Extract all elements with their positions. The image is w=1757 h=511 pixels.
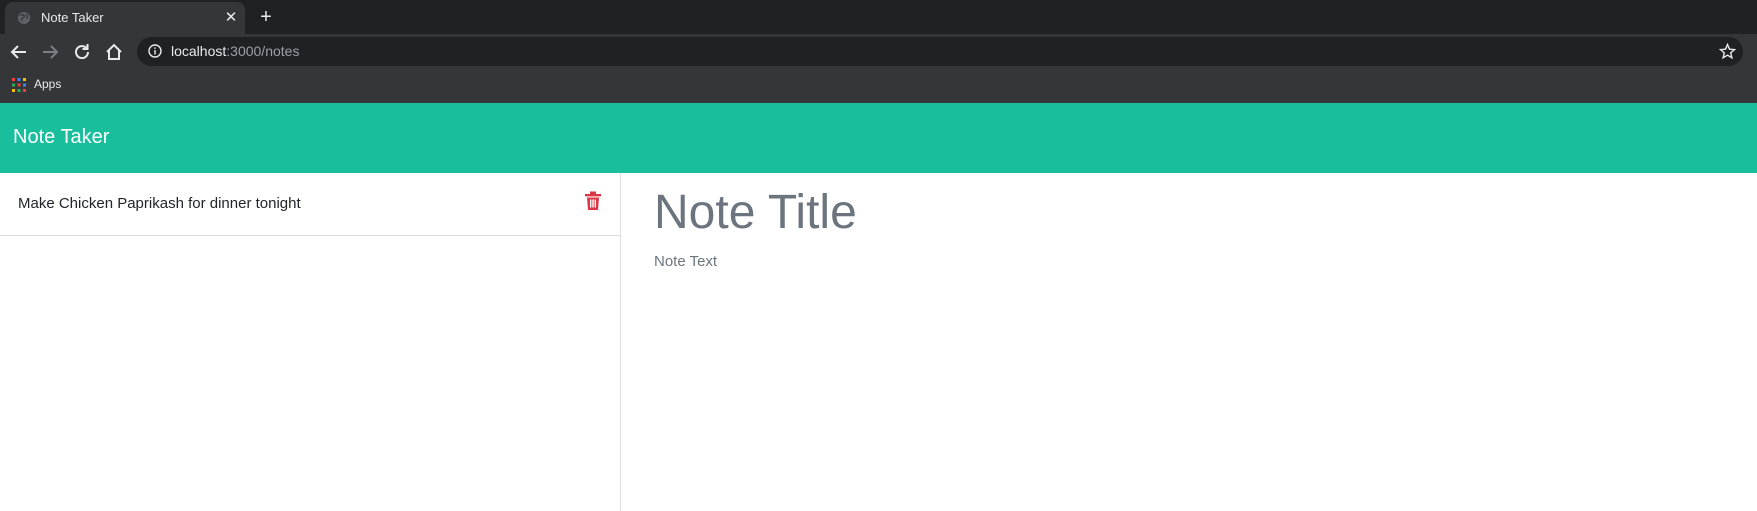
info-icon[interactable] (148, 44, 162, 58)
tab-title: Note Taker (41, 10, 104, 25)
app-brand[interactable]: Note Taker (13, 126, 109, 149)
note-editor: Note Title Note Text (622, 173, 1757, 511)
url-text[interactable]: localhost:3000/notes (171, 43, 299, 59)
browser-toolbar: localhost:3000/notes (0, 34, 1757, 70)
back-arrow-icon[interactable] (8, 41, 30, 63)
url-host: localhost (171, 43, 227, 59)
apps-grid-icon[interactable] (12, 78, 26, 92)
home-icon[interactable] (103, 41, 125, 63)
apps-bookmark[interactable]: Apps (34, 77, 61, 91)
reload-icon[interactable] (71, 41, 93, 63)
note-text-input[interactable]: Note Text (654, 253, 717, 270)
browser-tab[interactable]: Note Taker ✕ (5, 2, 245, 34)
bookmarks-bar: Apps (0, 70, 1757, 103)
address-bar[interactable]: localhost:3000/notes (137, 37, 1743, 66)
list-item[interactable]: Make Chicken Paprikash for dinner tonigh… (0, 173, 620, 236)
url-path: :3000/notes (226, 43, 300, 59)
tab-strip: Note Taker ✕ + (0, 0, 1757, 34)
note-title-input[interactable]: Note Title (654, 185, 857, 240)
note-item-title[interactable]: Make Chicken Paprikash for dinner tonigh… (18, 195, 301, 212)
forward-arrow-icon[interactable] (39, 41, 61, 63)
close-icon[interactable]: ✕ (222, 9, 240, 27)
app-navbar: Note Taker (0, 103, 1757, 173)
notes-list: Make Chicken Paprikash for dinner tonigh… (0, 173, 621, 511)
new-tab-button[interactable]: + (256, 6, 276, 28)
globe-icon (18, 12, 30, 24)
trash-icon[interactable] (584, 191, 602, 211)
star-icon[interactable] (1719, 43, 1736, 60)
